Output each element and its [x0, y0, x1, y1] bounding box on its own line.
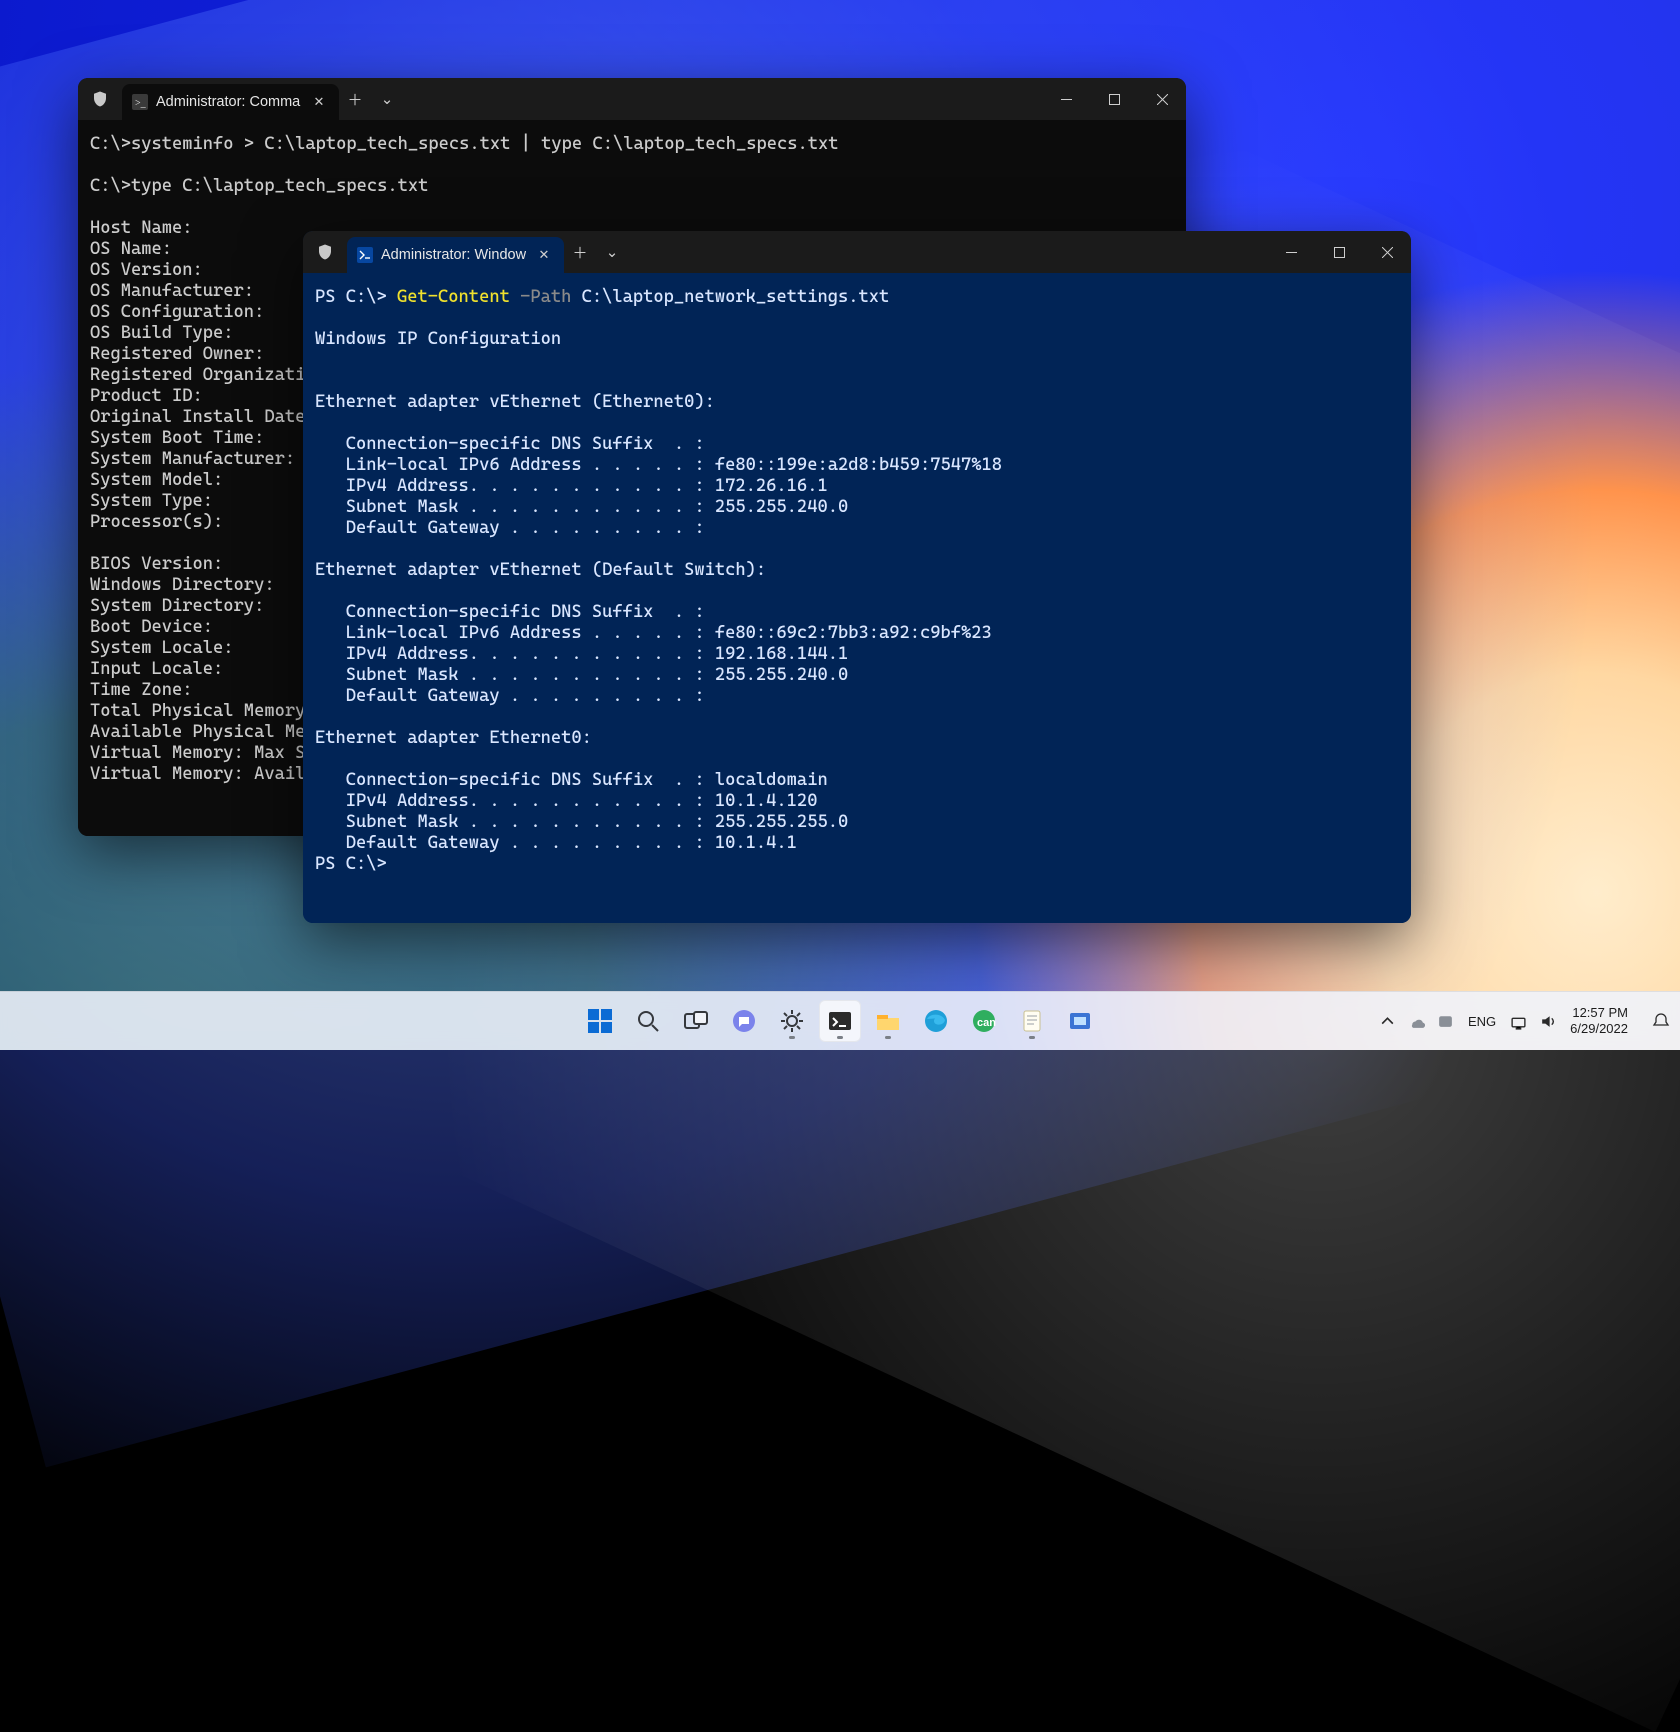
ps-minimize-button[interactable]: [1267, 231, 1315, 273]
cmd-tab[interactable]: >_ Administrator: Command Pro ✕: [122, 84, 339, 120]
cmd-close-button[interactable]: [1138, 78, 1186, 120]
powershell-window: Administrator: Windows Powe ✕ ＋ ⌄ PS C:\…: [303, 231, 1411, 923]
taskbar-app-settings[interactable]: [771, 1000, 813, 1042]
tray-chevron-button[interactable]: [1379, 1013, 1396, 1030]
ps-terminal-body[interactable]: PS C:\> Get-Content -Path C:\laptop_netw…: [303, 273, 1411, 923]
taskbar-app-notepad[interactable]: [1011, 1000, 1053, 1042]
ps-tab-close-button[interactable]: ✕: [534, 245, 554, 265]
cmd-new-tab-button[interactable]: ＋: [339, 78, 371, 120]
network-icon: [1510, 1013, 1527, 1030]
powershell-icon: [357, 247, 373, 263]
taskbar-app-edge[interactable]: [915, 1000, 957, 1042]
taskbar: can ENG 12:57 PM 6/29/2022: [0, 991, 1680, 1050]
ps-new-tab-button[interactable]: ＋: [564, 231, 596, 273]
cmd-minimize-button[interactable]: [1042, 78, 1090, 120]
task-view-button[interactable]: [675, 1000, 717, 1042]
taskbar-clock[interactable]: 12:57 PM 6/29/2022: [1570, 1005, 1634, 1037]
svg-text:>_: >_: [135, 98, 147, 109]
uac-shield-icon: [303, 231, 347, 273]
volume-icon: [1539, 1013, 1556, 1030]
uac-shield-icon: [78, 78, 122, 120]
taskbar-time: 12:57 PM: [1570, 1005, 1628, 1021]
taskbar-app-snipping[interactable]: [1059, 1000, 1101, 1042]
ps-close-button[interactable]: [1363, 231, 1411, 273]
ps-titlebar[interactable]: Administrator: Windows Powe ✕ ＋ ⌄: [303, 231, 1411, 273]
start-button[interactable]: [579, 1000, 621, 1042]
taskbar-right: ENG 12:57 PM 6/29/2022: [1379, 1001, 1680, 1041]
cmd-titlebar[interactable]: >_ Administrator: Command Pro ✕ ＋ ⌄: [78, 78, 1186, 120]
tray-teams-icon[interactable]: [1437, 1013, 1454, 1030]
ps-tab-title: Administrator: Windows Powe: [381, 247, 526, 263]
taskbar-center: can: [579, 1000, 1101, 1042]
ps-tab[interactable]: Administrator: Windows Powe ✕: [347, 237, 564, 273]
taskbar-app-edge-dev[interactable]: can: [963, 1000, 1005, 1042]
cmd-tab-dropdown-button[interactable]: ⌄: [371, 78, 403, 120]
quick-settings[interactable]: [1510, 1013, 1556, 1030]
tray-onedrive-icon[interactable]: [1408, 1013, 1425, 1030]
cmd-tab-close-button[interactable]: ✕: [309, 92, 329, 112]
search-button[interactable]: [627, 1000, 669, 1042]
cmd-icon: >_: [132, 94, 148, 110]
taskbar-app-chat[interactable]: [723, 1000, 765, 1042]
language-indicator[interactable]: ENG: [1468, 1014, 1496, 1029]
notifications-button[interactable]: [1648, 1001, 1674, 1041]
taskbar-date: 6/29/2022: [1570, 1021, 1628, 1037]
taskbar-app-terminal[interactable]: [819, 1000, 861, 1042]
ps-tab-dropdown-button[interactable]: ⌄: [596, 231, 628, 273]
tray-icons: [1379, 1013, 1454, 1030]
cmd-maximize-button[interactable]: [1090, 78, 1138, 120]
cmd-tab-title: Administrator: Command Pro: [156, 94, 301, 110]
taskbar-app-explorer[interactable]: [867, 1000, 909, 1042]
svg-text:can: can: [977, 1017, 996, 1029]
ps-maximize-button[interactable]: [1315, 231, 1363, 273]
